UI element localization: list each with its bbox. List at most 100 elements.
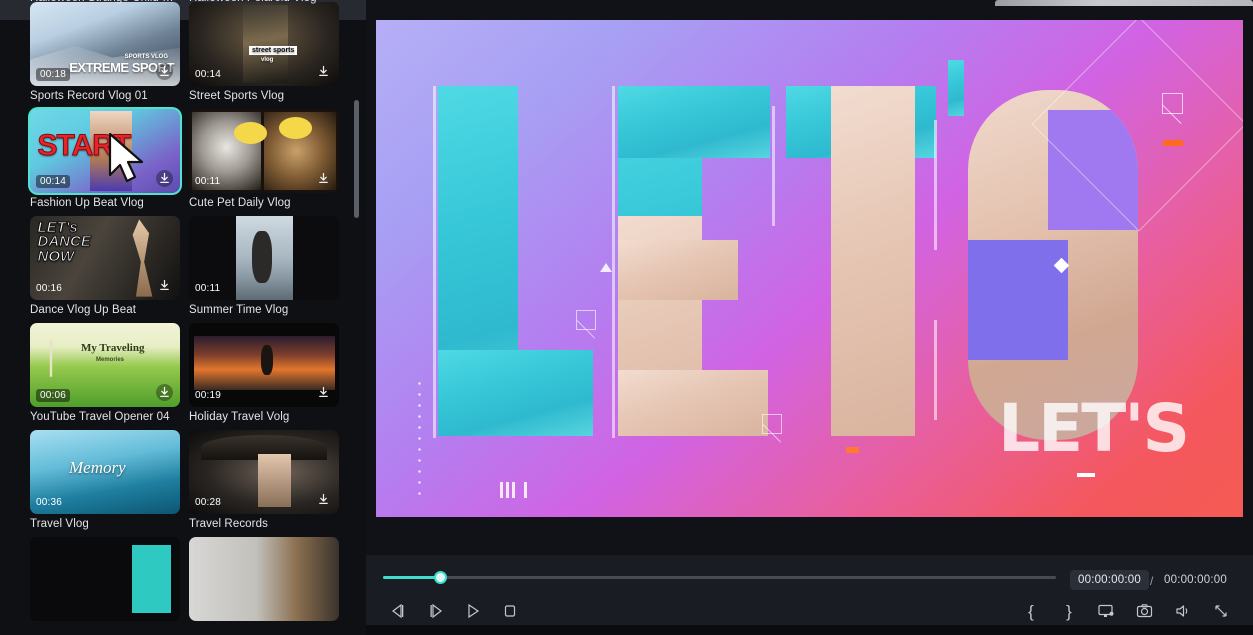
- media-card[interactable]: 00:11 Cute Pet Daily Vlog: [189, 109, 339, 209]
- window-bottom-strip: [366, 625, 1253, 635]
- video-preview-stage[interactable]: LET'S: [376, 20, 1243, 517]
- total-timecode: 00:00:00:00: [1164, 574, 1227, 586]
- download-icon: [160, 172, 169, 184]
- download-button[interactable]: [156, 384, 173, 401]
- media-card[interactable]: [30, 537, 180, 625]
- media-card-title: Holiday Travel Volg: [189, 411, 290, 423]
- media-thumbnail[interactable]: 00:19: [189, 323, 339, 407]
- play-button[interactable]: [458, 597, 488, 625]
- seek-handle[interactable]: [433, 571, 447, 584]
- previous-frame-icon: [392, 603, 404, 619]
- glyph-apostrophe: [948, 60, 964, 116]
- media-card[interactable]: My Traveling Memories 00:06 YouTube Travel …: [30, 323, 180, 423]
- crossed-box-decoration-2: [762, 414, 782, 434]
- media-thumbnail[interactable]: [30, 537, 180, 621]
- download-button[interactable]: [156, 63, 173, 80]
- media-card-title: Summer Time Vlog: [189, 304, 289, 316]
- thumbnail-overlay-text: My Traveling: [81, 342, 145, 355]
- current-timecode[interactable]: 00:00:00:00: [1070, 570, 1149, 590]
- thumbnail-overlay-subtext: SPORTS VLOG: [124, 54, 168, 60]
- download-button[interactable]: [156, 277, 173, 294]
- library-scrollbar[interactable]: [354, 100, 359, 218]
- glyph-E-bottom: [618, 370, 768, 436]
- download-icon: [319, 65, 328, 77]
- media-card-title-partial: Halloween Strange Child Vlog: [30, 0, 180, 6]
- next-frame-icon: [430, 603, 442, 619]
- snapshot-button[interactable]: [1129, 597, 1159, 625]
- thumbnail-inset: [243, 5, 288, 83]
- underscore-decoration: [1077, 473, 1095, 477]
- download-icon: [319, 172, 328, 184]
- glyph-T-stem: [831, 86, 915, 436]
- media-card[interactable]: Memory 00:36 Travel Vlog: [30, 430, 180, 530]
- media-card[interactable]: 00:11 Summer Time Vlog: [189, 216, 339, 316]
- media-card-title: Sports Record Vlog 01: [30, 90, 148, 102]
- download-button[interactable]: [315, 491, 332, 508]
- display-settings-button[interactable]: [1091, 597, 1121, 625]
- media-thumbnail[interactable]: EXTREME SPORT SPORTS VLOG 00:18: [30, 2, 180, 86]
- media-card-title: YouTube Travel Opener 04: [30, 411, 170, 423]
- glyph-T-edge: [772, 106, 775, 226]
- download-icon: [319, 386, 328, 398]
- volume-button[interactable]: [1167, 597, 1197, 625]
- fullscreen-button[interactable]: [1206, 597, 1236, 625]
- duration-badge: 00:36: [36, 497, 63, 508]
- camera-icon: [1136, 604, 1152, 618]
- download-button[interactable]: [315, 170, 332, 187]
- glyph-S-edge2: [934, 320, 937, 420]
- overlay-title-text: LET'S: [998, 390, 1190, 467]
- stop-button[interactable]: [495, 597, 525, 625]
- media-thumbnail[interactable]: 00:11: [189, 216, 339, 300]
- duration-badge: 00:06: [36, 389, 71, 402]
- glyph-L-edge: [433, 86, 436, 438]
- previous-frame-button[interactable]: [383, 597, 413, 625]
- media-thumbnail[interactable]: Memory 00:36: [30, 430, 180, 514]
- mark-out-label: }: [1066, 601, 1072, 621]
- duration-badge: 00:16: [36, 283, 63, 294]
- duration-badge: 00:14: [195, 69, 222, 80]
- library-scroll-area[interactable]: EXTREME SPORT SPORTS VLOG 00:18 Sports Reco…: [0, 0, 366, 635]
- thumbnail-overlay-subtext: vlog: [261, 57, 274, 64]
- media-card[interactable]: START 00:14 Fashion Up Beat Vlog: [29, 108, 181, 209]
- download-button[interactable]: [315, 63, 332, 80]
- media-card-title: Cute Pet Daily Vlog: [189, 197, 291, 209]
- duration-badge: 00:28: [195, 497, 222, 508]
- media-card[interactable]: 00:28 Travel Records: [189, 430, 339, 530]
- crossed-box-decoration-1: [576, 310, 596, 330]
- download-icon: [160, 65, 169, 77]
- media-thumbnail[interactable]: 00:11: [189, 109, 339, 193]
- next-frame-button[interactable]: [421, 597, 451, 625]
- media-card-title: Street Sports Vlog: [189, 90, 285, 102]
- mark-in-button[interactable]: {: [1016, 597, 1046, 625]
- media-thumbnail[interactable]: LET's DANCE NOW 00:16: [30, 216, 180, 300]
- seek-slider[interactable]: [383, 576, 1056, 579]
- media-thumbnail[interactable]: [189, 537, 339, 621]
- media-card[interactable]: street sports vlog 00:14 Street Sports Vlog: [189, 2, 339, 102]
- media-card[interactable]: LET's DANCE NOW 00:16 Dance Vlog Up Beat: [30, 216, 180, 316]
- media-thumbnail[interactable]: START 00:14: [29, 108, 181, 194]
- orange-dash-decoration-2: [846, 447, 859, 453]
- volume-icon: [1175, 605, 1187, 617]
- window-titlebar-strip: [995, 0, 1253, 6]
- download-icon: [319, 493, 328, 505]
- download-button[interactable]: [156, 170, 173, 187]
- glyph-L-foot: [438, 350, 593, 436]
- thumbnail-overlay-subtext: Memories: [96, 356, 125, 363]
- duration-badge: 00:18: [36, 68, 71, 81]
- media-thumbnail[interactable]: street sports vlog 00:14: [189, 2, 339, 86]
- media-thumbnail[interactable]: 00:28: [189, 430, 339, 514]
- media-card[interactable]: [189, 537, 339, 625]
- seek-row: 00:00:00:00 / 00:00:00:00: [366, 565, 1253, 591]
- thumbnail-subject: [252, 231, 272, 284]
- media-card[interactable]: 00:19 Holiday Travel Volg: [189, 323, 339, 423]
- duration-badge: 00:14: [36, 175, 71, 188]
- download-button[interactable]: [315, 384, 332, 401]
- media-card-grid: EXTREME SPORT SPORTS VLOG 00:18 Sports Reco…: [29, 2, 350, 625]
- glyph-E-edge: [612, 86, 615, 438]
- play-icon: [468, 603, 480, 619]
- fullscreen-icon: [1215, 605, 1227, 617]
- media-card[interactable]: EXTREME SPORT SPORTS VLOG 00:18 Sports Reco…: [30, 2, 180, 102]
- mark-out-button[interactable]: }: [1054, 597, 1084, 625]
- media-thumbnail[interactable]: My Traveling Memories 00:06: [30, 323, 180, 407]
- duration-badge: 00:19: [195, 390, 222, 401]
